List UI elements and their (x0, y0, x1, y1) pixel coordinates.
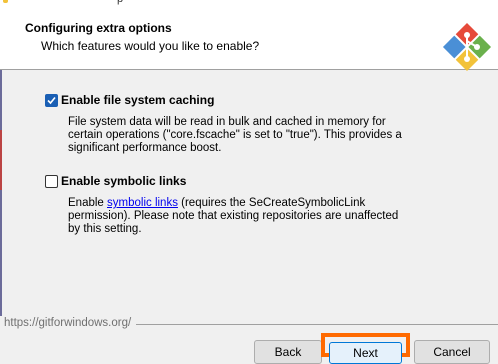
window-edge-accent (0, 130, 2, 190)
back-button[interactable]: Back (254, 340, 322, 364)
wizard-header: Configuring extra options Which features… (0, 8, 498, 72)
next-button-highlight: Next (321, 333, 410, 364)
footer-divider (136, 324, 498, 325)
gitforwindows-link[interactable]: https://gitforwindows.org/ (4, 317, 131, 329)
page-subtitle: Which features would you like to enable? (41, 39, 260, 53)
fscache-description: File system data will be read in bulk an… (68, 116, 402, 154)
app-icon (3, 0, 8, 3)
symlinks-desc-prefix: Enable (68, 197, 108, 209)
window-title: p (117, 0, 125, 5)
checkmark-icon (47, 96, 56, 105)
git-logo-icon (442, 22, 492, 72)
symlinks-label[interactable]: Enable symbolic links (61, 174, 186, 188)
symbolic-links-link[interactable]: symbolic links (107, 197, 178, 209)
next-button[interactable]: Next (329, 342, 402, 364)
window-edge (0, 70, 2, 316)
window-titlebar: p (0, 0, 498, 8)
fscache-checkbox[interactable] (45, 94, 58, 107)
symlinks-description: Enable symbolic links (requires the SeCr… (68, 197, 408, 236)
fscache-label[interactable]: Enable file system caching (61, 93, 214, 107)
cancel-button[interactable]: Cancel (414, 340, 490, 364)
symlinks-checkbox[interactable] (45, 175, 58, 188)
page-title: Configuring extra options (25, 21, 172, 35)
